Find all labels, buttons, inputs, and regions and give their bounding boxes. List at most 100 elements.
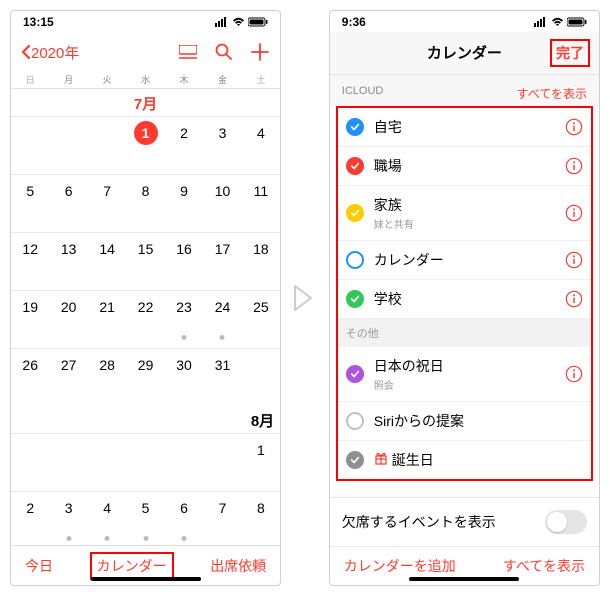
search-icon[interactable] [214,42,234,62]
info-icon[interactable] [565,118,583,136]
day-cell[interactable]: 6 [165,492,203,545]
day-cell[interactable]: 12 [11,233,49,290]
declined-events-toggle[interactable] [545,510,587,534]
day-cell[interactable]: 28 [88,349,126,406]
checkbox[interactable] [346,118,364,136]
day-cell[interactable]: 11 [242,175,280,232]
day-cell[interactable]: 6 [49,175,87,232]
checkbox[interactable] [346,290,364,308]
back-button[interactable]: 2020年 [21,42,79,63]
checkbox[interactable] [346,157,364,175]
day-cell[interactable]: 21 [88,291,126,348]
day-cell[interactable]: 3 [49,492,87,545]
battery-icon [248,17,268,27]
arrow-right-icon [291,278,319,318]
signal-icon [534,17,548,27]
day-cell[interactable]: 20 [49,291,87,348]
day-cell[interactable]: 4 [242,117,280,174]
info-icon[interactable] [565,365,583,383]
calendars-button[interactable]: カレンダー [91,553,173,579]
calendar-name: 自宅 [374,117,555,137]
day-cell[interactable] [88,117,126,174]
day-cell[interactable]: 5 [11,175,49,232]
info-icon[interactable] [565,204,583,222]
show-all-footer-button[interactable]: すべてを表示 [503,556,585,576]
home-indicator[interactable] [409,577,519,581]
section-header: ICLOUD すべてを表示 [330,75,599,106]
day-cell[interactable]: 7 [203,492,241,545]
day-cell[interactable]: 22 [126,291,164,348]
home-indicator[interactable] [91,577,201,581]
day-cell[interactable]: 2 [11,492,49,545]
gift-icon [374,452,388,468]
checkbox[interactable] [346,451,364,469]
day-cell[interactable] [203,434,241,491]
day-cell[interactable] [126,434,164,491]
day-cell[interactable]: 1 [126,117,164,174]
day-cell[interactable]: 9 [165,175,203,232]
done-button[interactable]: 完了 [551,40,589,66]
calendar-item[interactable]: 学校 [338,280,591,319]
calendar-name: 学校 [374,289,555,309]
checkbox[interactable] [346,204,364,222]
day-cell[interactable]: 23 [165,291,203,348]
checkbox[interactable] [346,412,364,430]
list-view-icon[interactable] [178,42,198,62]
calendar-item[interactable]: 自宅 [338,108,591,147]
day-cell[interactable] [11,117,49,174]
checkbox[interactable] [346,251,364,269]
day-cell[interactable]: 17 [203,233,241,290]
calendar-item[interactable]: Siriからの提案 [338,402,591,441]
day-cell[interactable]: 29 [126,349,164,406]
inbox-button[interactable]: 出席依頼 [210,556,266,576]
day-cell[interactable] [165,434,203,491]
today-button[interactable]: 今日 [25,556,53,576]
day-cell[interactable]: 30 [165,349,203,406]
info-icon[interactable] [565,251,583,269]
day-cell[interactable]: 14 [88,233,126,290]
day-cell[interactable]: 2 [165,117,203,174]
day-cell[interactable] [11,434,49,491]
day-cell[interactable]: 26 [11,349,49,406]
day-cell[interactable] [49,117,87,174]
day-cell[interactable]: 5 [126,492,164,545]
calendar-item[interactable]: 誕生日 [338,441,591,479]
day-cell[interactable]: 3 [203,117,241,174]
day-cell[interactable]: 4 [88,492,126,545]
day-cell[interactable] [88,434,126,491]
day-cell[interactable]: 25 [242,291,280,348]
day-cell[interactable]: 10 [203,175,241,232]
wifi-icon [232,17,245,27]
info-icon[interactable] [565,290,583,308]
day-cell[interactable]: 27 [49,349,87,406]
status-icons [215,17,268,27]
calendar-item[interactable]: 家族妹と共有 [338,186,591,241]
day-cell[interactable]: 18 [242,233,280,290]
calendar-item[interactable]: 職場 [338,147,591,186]
calendar-grid[interactable]: 7月12345678910111213141516171819202122232… [11,89,280,545]
day-cell[interactable] [49,434,87,491]
day-cell[interactable]: 1 [242,434,280,491]
day-cell[interactable]: 31 [203,349,241,406]
modal-title: カレンダー [427,42,502,63]
calendar-name: 職場 [374,156,555,176]
status-icons [534,17,587,27]
day-cell[interactable]: 7 [88,175,126,232]
day-cell[interactable]: 16 [165,233,203,290]
info-icon[interactable] [565,157,583,175]
day-cell[interactable]: 19 [11,291,49,348]
add-calendar-button[interactable]: カレンダーを追加 [344,556,456,576]
day-cell[interactable]: 13 [49,233,87,290]
calendar-item[interactable]: 日本の祝日照会 [338,347,591,402]
day-cell[interactable] [242,349,280,406]
calendar-name: Siriからの提案 [374,411,583,431]
calendar-item[interactable]: カレンダー [338,241,591,280]
day-cell[interactable]: 24 [203,291,241,348]
day-cell[interactable]: 15 [126,233,164,290]
add-icon[interactable] [250,42,270,62]
checkbox[interactable] [346,365,364,383]
day-cell[interactable]: 8 [126,175,164,232]
status-time: 13:15 [23,15,54,29]
day-cell[interactable]: 8 [242,492,280,545]
show-all-button[interactable]: すべてを表示 [517,85,587,102]
